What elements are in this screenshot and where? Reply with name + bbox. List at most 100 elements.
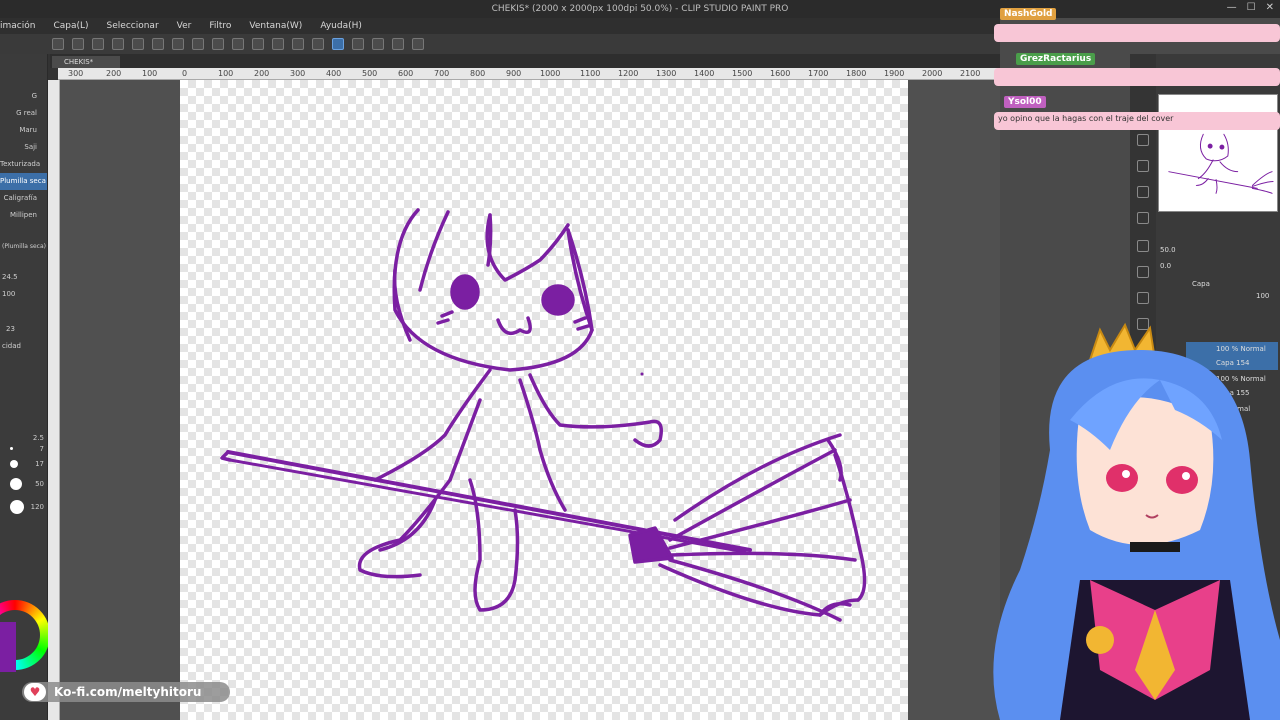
command-bar xyxy=(0,34,1000,54)
layer-panel-title: Capa xyxy=(1192,280,1210,288)
tool-texturizada[interactable]: Texturizada xyxy=(0,156,47,173)
size-label[interactable]: 7 xyxy=(40,445,44,453)
menu-select[interactable]: Seleccionar xyxy=(107,21,159,31)
chat-message xyxy=(994,68,1280,86)
tool-g-real[interactable]: G real xyxy=(0,105,47,122)
kofi-banner[interactable]: ♥ Ko-fi.com/meltyhitoru xyxy=(22,682,230,702)
layer-property-icon[interactable] xyxy=(1137,160,1149,172)
size-dot[interactable] xyxy=(10,478,22,490)
kofi-link[interactable]: Ko-fi.com/meltyhitoru xyxy=(54,685,201,699)
ruler-tick: 1500 xyxy=(732,69,753,78)
ruler-tick: 2100 xyxy=(960,69,981,78)
navigator-icon[interactable] xyxy=(1137,212,1149,224)
navigator-zoom[interactable]: 50.0 xyxy=(1160,246,1176,254)
witch-sketch-drawing xyxy=(220,208,867,622)
window-controls: — ☐ ✕ xyxy=(1227,2,1274,13)
ruler-tick: 400 xyxy=(326,69,342,78)
ruler-icon[interactable] xyxy=(312,38,324,50)
tool-plumilla-seca[interactable]: Plumilla seca xyxy=(0,173,47,190)
crop-icon[interactable] xyxy=(272,38,284,50)
stabilization-label: cidad xyxy=(2,342,21,350)
ruler-tick: 800 xyxy=(470,69,486,78)
menu-filter[interactable]: Filtro xyxy=(209,21,231,31)
sub-view-icon[interactable] xyxy=(1137,240,1149,252)
opacity-value[interactable]: 100 xyxy=(0,286,47,303)
redo-icon[interactable] xyxy=(192,38,204,50)
open-icon[interactable] xyxy=(132,38,144,50)
tool-g[interactable]: G xyxy=(0,88,47,105)
gear-icon[interactable] xyxy=(212,38,224,50)
layer-panel-icon[interactable] xyxy=(1137,292,1149,304)
panel-icon[interactable] xyxy=(392,38,404,50)
window-title: CHEKIS* (2000 x 2000px 100dpi 50.0%) - C… xyxy=(491,4,789,14)
size-dot[interactable] xyxy=(10,460,18,468)
ruler-tick: 300 xyxy=(290,69,306,78)
chat-message: yo opino que la hagas con el traje del c… xyxy=(994,112,1280,130)
navigator-rotate[interactable]: 0.0 xyxy=(1160,262,1171,270)
fill-icon[interactable] xyxy=(252,38,264,50)
canvas-paper[interactable] xyxy=(180,80,908,720)
tab-chekis[interactable]: CHEKIS* xyxy=(52,56,120,68)
brush-icon[interactable] xyxy=(372,38,384,50)
tool-millipen[interactable]: Millipen xyxy=(0,207,47,224)
tool-property-title: (Plumilla seca) xyxy=(2,243,46,250)
history-icon[interactable] xyxy=(1137,186,1149,198)
close-icon[interactable] xyxy=(1137,134,1149,146)
tool-saji[interactable]: Saji xyxy=(0,139,47,156)
ruler-tick: 1400 xyxy=(694,69,715,78)
transform-icon[interactable] xyxy=(232,38,244,50)
menu-window[interactable]: Ventana(W) xyxy=(249,21,302,31)
help-icon[interactable] xyxy=(412,38,424,50)
ruler-tick: 200 xyxy=(254,69,270,78)
ruler-tick: 1100 xyxy=(580,69,601,78)
tool-caligrafia[interactable]: Caligrafía xyxy=(0,190,47,207)
settings-icon[interactable] xyxy=(92,38,104,50)
chat-username: GrezRactarius xyxy=(1016,53,1096,65)
current-color-swatch[interactable] xyxy=(0,622,16,672)
tool-maru[interactable]: Maru xyxy=(0,122,47,139)
save-icon[interactable] xyxy=(152,38,164,50)
left-ruler xyxy=(48,80,60,720)
size-dot[interactable] xyxy=(10,500,24,514)
ruler-tick: 500 xyxy=(362,69,378,78)
pen-icon[interactable] xyxy=(332,38,344,50)
ruler-tick: 1800 xyxy=(846,69,867,78)
ruler-tick: 1700 xyxy=(808,69,829,78)
undo-icon[interactable] xyxy=(172,38,184,50)
canvas-viewport[interactable] xyxy=(60,80,1000,720)
chat-username: Ysol00 xyxy=(1004,96,1046,108)
layer-opacity-value[interactable]: 100 xyxy=(1256,292,1269,300)
ruler-tick: 1300 xyxy=(656,69,677,78)
copy-icon[interactable] xyxy=(112,38,124,50)
stabilization-value[interactable]: 23 xyxy=(0,321,47,338)
ruler-tick: 100 xyxy=(218,69,234,78)
ruler-tick: 700 xyxy=(434,69,450,78)
brush-size-palette: 2.5 7 17 50 120 xyxy=(0,434,48,519)
ruler-tick: 1600 xyxy=(770,69,791,78)
ruler-tick: 2000 xyxy=(922,69,943,78)
size-label[interactable]: 50 xyxy=(35,480,44,488)
size-dot[interactable] xyxy=(10,447,13,450)
maximize-icon[interactable]: ☐ xyxy=(1247,2,1256,13)
menu-layer[interactable]: Capa(L) xyxy=(53,21,88,31)
ruler-tick: 300 xyxy=(68,69,84,78)
canvas-tab-bar: CHEKIS* xyxy=(50,54,1000,68)
brush-size-value[interactable]: 24.5 xyxy=(0,269,47,286)
ruler-tick: 900 xyxy=(506,69,522,78)
size-label[interactable]: 120 xyxy=(31,503,44,511)
ruler-tick: 100 xyxy=(142,69,158,78)
minimize-icon[interactable]: — xyxy=(1227,2,1237,13)
grid-icon[interactable] xyxy=(292,38,304,50)
new-icon[interactable] xyxy=(72,38,84,50)
pencil-icon[interactable] xyxy=(352,38,364,50)
menu-view[interactable]: Ver xyxy=(177,21,192,31)
ruler-tick: 0 xyxy=(182,69,188,78)
size-label[interactable]: 17 xyxy=(35,460,44,468)
menu-animation[interactable]: imación xyxy=(0,21,35,31)
close-icon[interactable]: ✕ xyxy=(1266,2,1274,13)
menu-help[interactable]: Ayuda(H) xyxy=(320,21,362,31)
size-label[interactable]: 2.5 xyxy=(33,434,44,442)
material-icon[interactable] xyxy=(1137,266,1149,278)
menu-icon[interactable] xyxy=(52,38,64,50)
menu-bar: imación Capa(L) Seleccionar Ver Filtro V… xyxy=(0,18,1000,34)
